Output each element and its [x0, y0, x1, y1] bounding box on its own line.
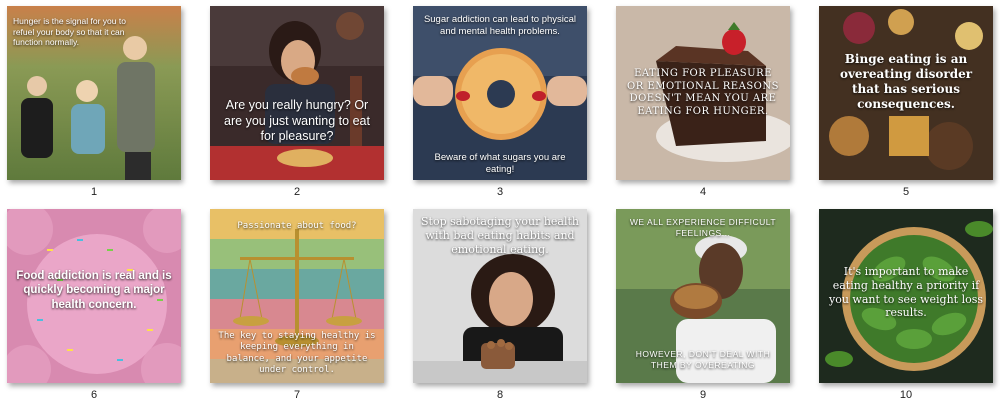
- thumbnail-7[interactable]: Passionate about food? The key to stayin…: [210, 209, 384, 383]
- thumbnail-8[interactable]: Stop sabotaging your health with bad eat…: [413, 209, 587, 383]
- thumbnail-10-caption: It's important to make eating healthy a …: [828, 265, 983, 320]
- thumbnail-3-caption: Sugar addiction can lead to physical and…: [423, 14, 577, 37]
- thumbnail-3-number: 3: [496, 186, 504, 198]
- thumbnail-2-image: [210, 6, 384, 180]
- thumbnail-7-number: 7: [293, 389, 301, 401]
- thumbnail-1[interactable]: Hunger is the signal for you to refuel y…: [7, 6, 181, 180]
- thumbnail-7-caption: Passionate about food?: [237, 221, 357, 231]
- thumbnail-2-number: 2: [293, 186, 301, 198]
- thumbnail-8-caption: Stop sabotaging your health with bad eat…: [421, 215, 579, 256]
- thumbnail-4[interactable]: EATING FOR PLEASURE OR EMOTIONAL REASONS…: [616, 6, 790, 180]
- thumbnail-9-caption: WE ALL EXPERIENCE DIFFICULT FEELINGS...: [629, 217, 777, 238]
- thumbnail-6-caption: Food addiction is real and is quickly be…: [16, 270, 172, 311]
- thumbnail-9-number: 9: [699, 389, 707, 401]
- thumbnail-4-number: 4: [699, 186, 707, 198]
- thumbnail-2[interactable]: Are you really hungry? Or are you just w…: [210, 6, 384, 180]
- thumbnail-8-number: 8: [496, 389, 504, 401]
- thumbnail-10-number: 10: [899, 389, 913, 401]
- thumbnail-3[interactable]: Sugar addiction can lead to physical and…: [413, 6, 587, 180]
- thumbnail-3-caption-bottom: Beware of what sugars you are eating!: [434, 152, 566, 175]
- thumbnail-5-number: 5: [902, 186, 910, 198]
- thumbnail-4-caption: EATING FOR PLEASURE OR EMOTIONAL REASONS…: [627, 68, 779, 117]
- thumbnail-7-caption-bottom: The key to staying healthy is keeping ev…: [218, 331, 376, 375]
- thumbnail-5[interactable]: Binge eating is an overeating disorder t…: [819, 6, 993, 180]
- thumbnail-10[interactable]: It's important to make eating healthy a …: [819, 209, 993, 383]
- thumbnail-9[interactable]: WE ALL EXPERIENCE DIFFICULT FEELINGS... …: [616, 209, 790, 383]
- thumbnail-2-caption: Are you really hungry? Or are you just w…: [224, 98, 370, 144]
- thumbnail-9-caption-bottom: HOWEVER, DON'T DEAL WITH THEM BY OVEREAT…: [635, 349, 771, 370]
- thumbnail-1-caption: Hunger is the signal for you to refuel y…: [13, 16, 126, 48]
- thumbnail-5-caption: Binge eating is an overeating disorder t…: [839, 52, 973, 111]
- thumbnail-6-number: 6: [90, 389, 98, 401]
- thumbnail-6[interactable]: Food addiction is real and is quickly be…: [7, 209, 181, 383]
- thumbnail-1-number: 1: [90, 186, 98, 198]
